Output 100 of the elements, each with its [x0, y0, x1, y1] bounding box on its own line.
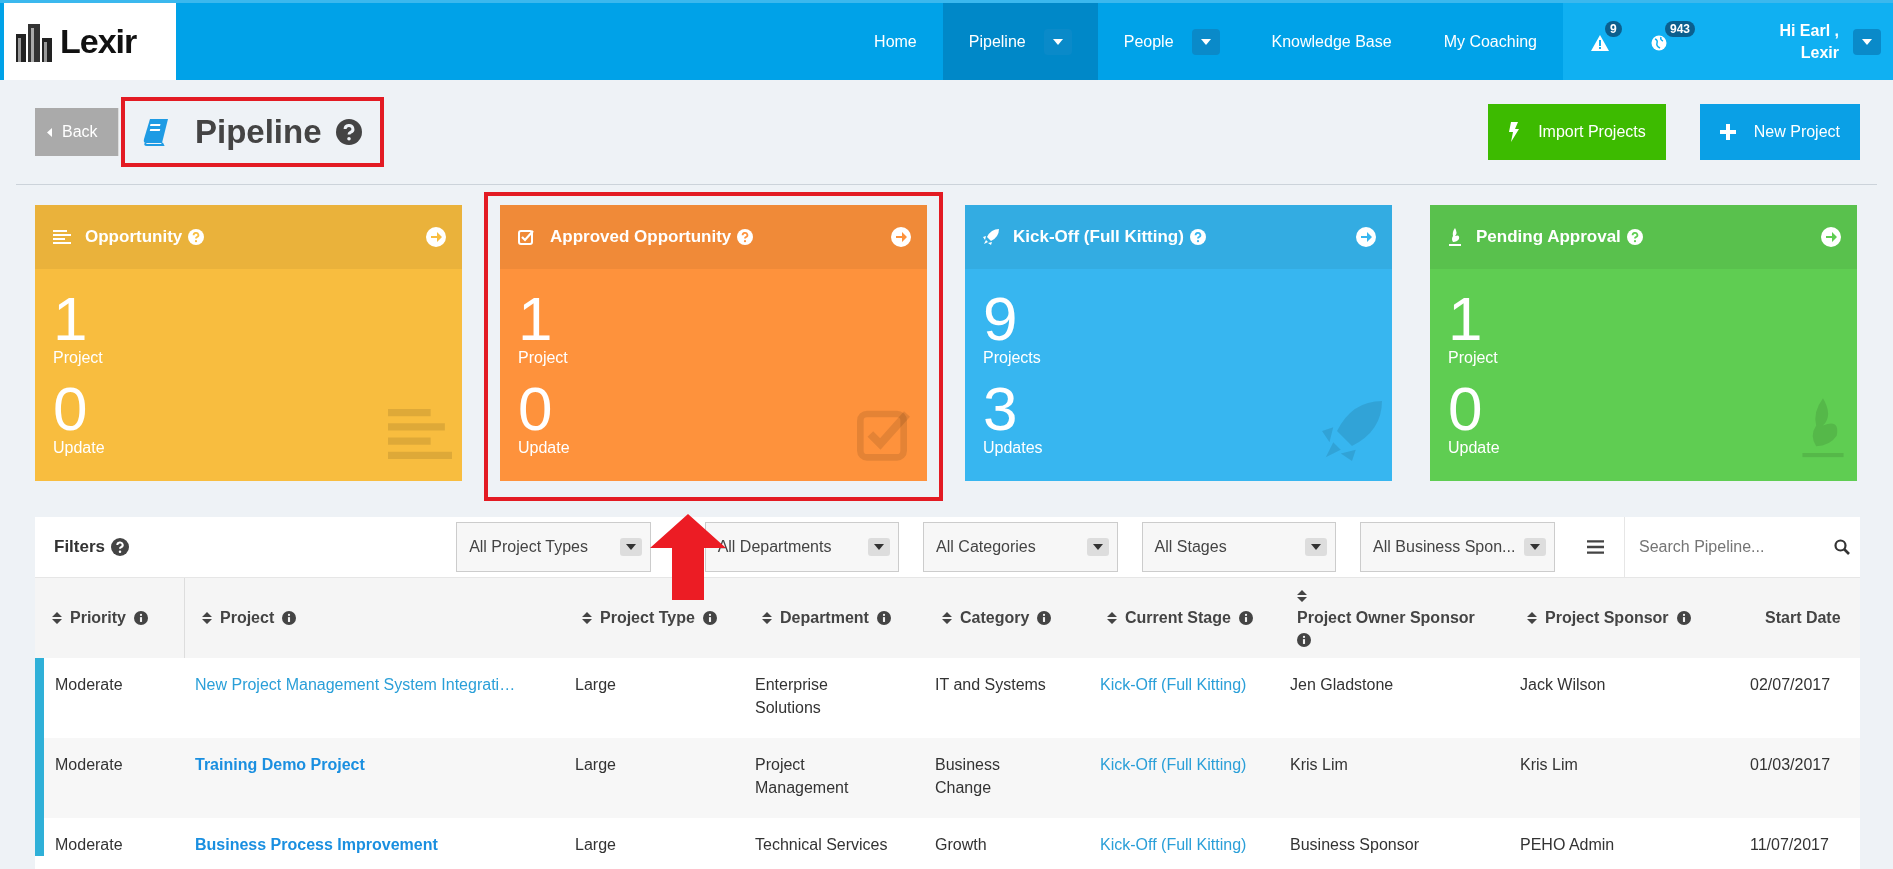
notification-badge: 943 [1665, 20, 1696, 37]
filter-dropdown[interactable]: All Project Types [456, 522, 651, 572]
info-icon[interactable] [1297, 633, 1311, 647]
table-cell-text: PEHO Admin [1519, 835, 1616, 855]
new-project-button[interactable]: New Project [1699, 104, 1860, 160]
nav-item[interactable]: Pipeline [942, 3, 1098, 80]
table-cell-text: Large [574, 675, 617, 695]
stage-link[interactable]: Kick-Off (Full Kitting) [1100, 676, 1247, 693]
column-header[interactable]: Priority [70, 609, 126, 627]
count-label: Updates [983, 439, 1043, 457]
list-icon [53, 230, 71, 244]
nav-item[interactable]: My Coaching [1417, 3, 1563, 80]
info-icon[interactable] [282, 611, 297, 625]
user-greeting[interactable]: Hi Earl , Lexir [1779, 19, 1839, 64]
column-header[interactable]: Project Type [600, 609, 695, 627]
back-button[interactable]: Back [35, 108, 119, 156]
checkbox-icon [518, 229, 536, 245]
book-icon [143, 118, 169, 146]
import-button[interactable]: Import Projects [1488, 104, 1666, 160]
notification-badge: 9 [1605, 20, 1622, 37]
sort-icon[interactable] [52, 611, 62, 625]
sort-icon[interactable] [582, 611, 592, 625]
filter-dropdown[interactable]: All Categories [923, 522, 1118, 572]
count-label: Projects [983, 349, 1041, 367]
info-icon[interactable] [1238, 611, 1253, 625]
menu-icon[interactable] [1586, 540, 1604, 554]
info-icon[interactable] [1676, 611, 1691, 625]
arrow-right-icon[interactable] [1356, 227, 1376, 247]
sort-icon[interactable] [1297, 589, 1307, 603]
update-count: 3 [983, 379, 1018, 439]
column-header[interactable]: Current Stage [1125, 609, 1231, 627]
column-header[interactable]: Project Sponsor [1545, 609, 1669, 627]
update-count: 0 [53, 379, 88, 439]
update-count: 0 [518, 379, 553, 439]
caret-left-icon [47, 127, 52, 137]
update-count: 0 [1448, 379, 1483, 439]
table-cell-text: Kris Lim [1519, 755, 1579, 775]
caret-icon [874, 544, 885, 550]
sort-icon[interactable] [1107, 611, 1117, 625]
stage-link[interactable]: Kick-Off (Full Kitting) [1100, 756, 1247, 773]
table-cell-text: Large [574, 835, 617, 855]
filter-dropdown[interactable]: All Business Spon... [1360, 522, 1555, 572]
table-cell-text: Business Sponsor [1289, 835, 1420, 855]
info-icon[interactable] [1037, 611, 1052, 625]
table-cell-text: Business Change [934, 755, 1001, 798]
count-label: Project [53, 349, 103, 367]
count-label: Update [518, 439, 570, 457]
caret-icon [1529, 544, 1540, 550]
rocket-icon [1322, 401, 1382, 461]
column-header[interactable]: Start Date [1765, 609, 1841, 627]
info-icon[interactable] [702, 611, 717, 625]
count-label: Project [518, 349, 568, 367]
count-label: Update [53, 439, 105, 457]
count-label: Project [1448, 349, 1498, 367]
table-cell-text: Growth [934, 835, 988, 855]
rocket-icon [983, 229, 999, 245]
project-count: 1 [518, 289, 553, 349]
card-title: Pending Approval [1476, 227, 1621, 247]
info-icon[interactable] [134, 611, 148, 625]
project-link[interactable]: Business Process Improvement [195, 836, 438, 853]
project-count: 1 [1448, 289, 1483, 349]
caret-icon [1311, 544, 1322, 550]
filter-dropdown[interactable]: All Stages [1141, 522, 1337, 572]
table-cell-text: 11/07/2017 [1749, 835, 1830, 855]
project-count: 9 [983, 289, 1018, 349]
caret-icon [1862, 38, 1872, 45]
card-title: Kick-Off (Full Kitting) [1013, 227, 1184, 247]
sort-icon[interactable] [202, 611, 212, 625]
nav-item[interactable]: Knowledge Base [1245, 3, 1418, 80]
sort-icon[interactable] [762, 611, 772, 625]
stage-link[interactable]: Kick-Off (Full Kitting) [1100, 836, 1247, 853]
column-header[interactable]: Department [780, 609, 869, 627]
table-cell-text: Kris Lim [1289, 755, 1349, 775]
list-icon [388, 407, 452, 461]
table-cell-text: 02/07/2017 [1749, 675, 1832, 695]
help-icon[interactable] [335, 119, 362, 145]
column-header[interactable]: Project [220, 609, 275, 627]
dropdown-button[interactable] [1043, 28, 1072, 55]
plus-icon [1719, 124, 1736, 140]
help-icon[interactable] [111, 538, 130, 556]
project-link[interactable]: New Project Management System Integrati… [195, 676, 516, 693]
nav-item[interactable]: People [1097, 3, 1246, 80]
table-row[interactable]: Moderate New Project Management System Integrati… Large Enterprise Solutions IT and Systems Kick-Off (Full Kitting) Jen Gladstone Jack Wilson 02/07/2017 [35, 658, 1860, 738]
nav-item[interactable]: Home [848, 3, 943, 80]
table-cell-text: Large [574, 755, 617, 775]
project-link[interactable]: Training Demo Project [195, 756, 365, 773]
column-header[interactable]: Category [960, 609, 1030, 627]
caret-icon [1200, 38, 1211, 45]
sort-icon[interactable] [1527, 611, 1537, 625]
user-menu-button[interactable] [1853, 28, 1881, 55]
search-icon[interactable] [1834, 539, 1850, 555]
card-title: Opportunity [85, 227, 183, 247]
column-header[interactable]: Project Owner Sponsor [1297, 609, 1475, 627]
table-row[interactable]: Moderate Training Demo Project Large Project Management Business Change Kick-Off (Full Kitting) Kris Lim Kris Lim 01/03/2017 [35, 738, 1860, 818]
stage-card[interactable]: Kick-Off (Full Kitting) 9 Projects 3 Updates [965, 205, 1392, 481]
table-row[interactable]: Moderate Business Process Improvement Large Technical Services Growth Kick-Off (Full Kitting) Business Sponsor PEHO Admin 11/07/2017 [35, 818, 1860, 862]
caret-icon [1092, 544, 1103, 550]
sort-icon[interactable] [942, 611, 952, 625]
info-icon[interactable] [876, 611, 891, 625]
dropdown-button[interactable] [1191, 28, 1220, 55]
